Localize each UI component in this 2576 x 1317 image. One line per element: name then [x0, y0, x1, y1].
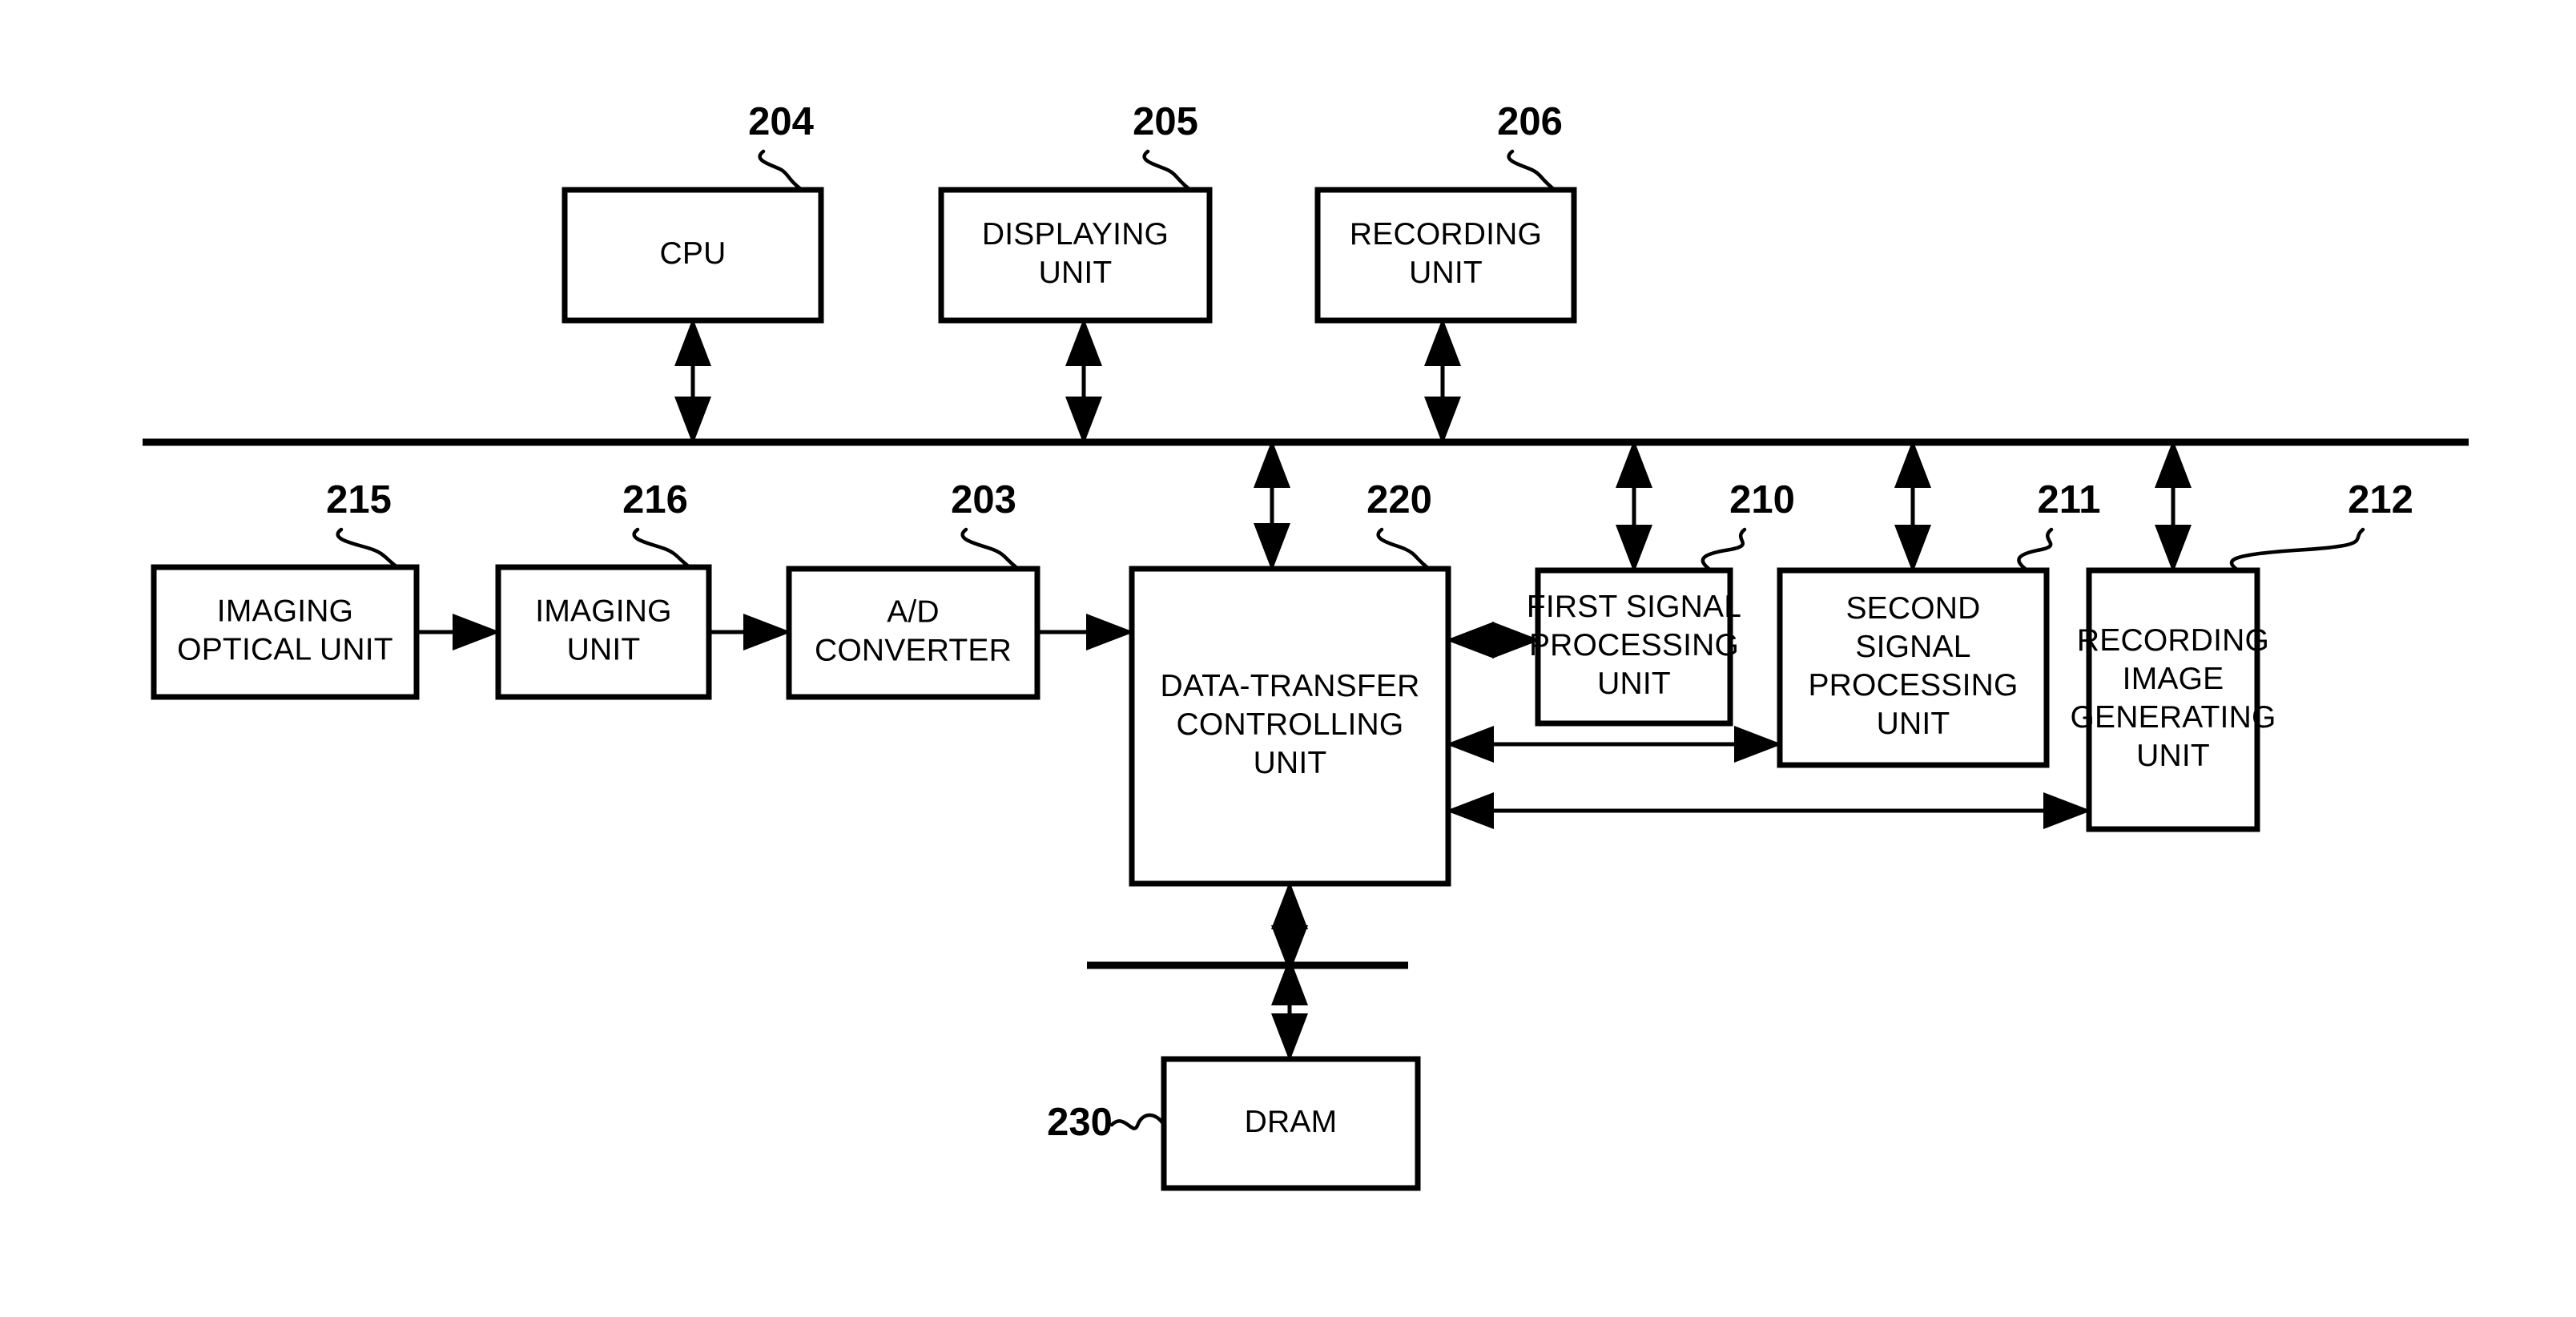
block-label-ad-converter: A/D: [887, 594, 940, 629]
block-imaging-optical: IMAGING OPTICAL UNIT: [151, 564, 420, 700]
reference-leader-212: [2229, 527, 2365, 573]
block-label-data-transfer: CONTROLLING: [1177, 707, 1404, 742]
block-ad-converter: A/D CONVERTER: [786, 566, 1040, 700]
reference-numeral-210: 210: [1701, 478, 1795, 573]
block-label-first-signal: PROCESSING: [1529, 628, 1739, 663]
block-first-signal: FIRST SIGNAL PROCESSING UNIT: [1527, 567, 1741, 727]
block-label-recording: RECORDING: [1350, 217, 1542, 252]
block-label-recording-image: IMAGE: [2123, 662, 2224, 696]
blocks-layer: CPU DISPLAYING UNIT RECORDING UNIT IMAGING OPT…: [151, 187, 2276, 1191]
block-label-displaying: DISPLAYING: [982, 217, 1169, 252]
block-data-transfer: DATA-TRANSFER CONTROLLING UNIT: [1129, 566, 1451, 887]
reference-leader-215: [336, 527, 400, 570]
reference-leader-210: [1701, 527, 1747, 573]
reference-numeral-215: 215: [326, 478, 400, 570]
reference-leader-230: [1109, 1113, 1166, 1130]
block-recording-image: RECORDING IMAGE GENERATING UNIT: [2071, 567, 2276, 832]
block-label-imaging-optical: OPTICAL UNIT: [177, 632, 393, 667]
reference-leader-203: [960, 527, 1020, 571]
block-cpu: CPU: [561, 187, 824, 324]
reference-numeral-text-216: 216: [622, 478, 688, 522]
block-label-displaying: UNIT: [1039, 256, 1113, 290]
block-second-signal: SECOND SIGNAL PROCESSING UNIT: [1777, 567, 2050, 768]
block-label-dram: DRAM: [1245, 1105, 1338, 1139]
reference-numeral-204: 204: [748, 100, 814, 192]
reference-numeral-text-230: 230: [1047, 1101, 1113, 1144]
block-displaying: DISPLAYING UNIT: [938, 187, 1213, 324]
block-imaging: IMAGING UNIT: [495, 564, 712, 700]
reference-numeral-216: 216: [622, 478, 692, 570]
reference-leader-216: [632, 527, 692, 570]
reference-numeral-206: 206: [1497, 100, 1563, 192]
reference-leader-206: [1507, 149, 1557, 192]
reference-numeral-text-204: 204: [748, 100, 814, 143]
block-label-second-signal: PROCESSING: [1808, 668, 2018, 703]
block-label-data-transfer: UNIT: [1254, 746, 1327, 780]
reference-numeral-text-210: 210: [1729, 478, 1795, 522]
reference-numeral-230: 230: [1047, 1101, 1166, 1144]
reference-numeral-203: 203: [951, 478, 1020, 571]
block-label-second-signal: SECOND: [1845, 591, 1980, 626]
block-label-recording-image: GENERATING: [2071, 700, 2276, 735]
diagram-canvas: CPU DISPLAYING UNIT RECORDING UNIT IMAGING OPT…: [143, 100, 2469, 1191]
block-label-data-transfer: DATA-TRANSFER: [1161, 669, 1420, 703]
block-label-second-signal: UNIT: [1877, 707, 1950, 741]
patent-block-diagram: CPU DISPLAYING UNIT RECORDING UNIT IMAGING OPT…: [0, 0, 2576, 1317]
block-label-imaging: IMAGING: [535, 594, 671, 628]
reference-numeral-text-205: 205: [1133, 100, 1198, 143]
block-label-cpu: CPU: [660, 236, 727, 271]
reference-leader-204: [758, 149, 804, 192]
reference-leader-205: [1142, 149, 1193, 192]
reference-numeral-text-206: 206: [1497, 100, 1563, 143]
reference-numeral-205: 205: [1133, 100, 1198, 192]
block-label-recording-image: RECORDING: [2077, 623, 2269, 658]
block-label-second-signal: SIGNAL: [1855, 630, 1970, 664]
block-label-first-signal: FIRST SIGNAL: [1527, 590, 1741, 624]
reference-numeral-text-203: 203: [951, 478, 1016, 522]
block-label-ad-converter: CONVERTER: [815, 633, 1012, 667]
block-label-first-signal: UNIT: [1597, 667, 1671, 701]
reference-numeral-211: 211: [2017, 478, 2101, 573]
reference-numeral-text-211: 211: [2037, 478, 2100, 522]
block-label-imaging: UNIT: [567, 632, 641, 667]
block-dram: DRAM: [1161, 1056, 1421, 1191]
reference-numeral-220: 220: [1366, 478, 1432, 571]
block-label-imaging-optical: IMAGING: [217, 594, 353, 628]
reference-numeral-text-215: 215: [326, 478, 392, 522]
block-label-recording: UNIT: [1409, 256, 1483, 290]
reference-numeral-text-212: 212: [2348, 478, 2413, 522]
reference-numeral-212: 212: [2229, 478, 2413, 573]
block-label-recording-image: UNIT: [2136, 739, 2210, 773]
reference-numeral-text-220: 220: [1366, 478, 1432, 522]
reference-leader-220: [1376, 527, 1431, 571]
reference-leader-211: [2017, 527, 2054, 573]
block-recording: RECORDING UNIT: [1314, 187, 1577, 324]
